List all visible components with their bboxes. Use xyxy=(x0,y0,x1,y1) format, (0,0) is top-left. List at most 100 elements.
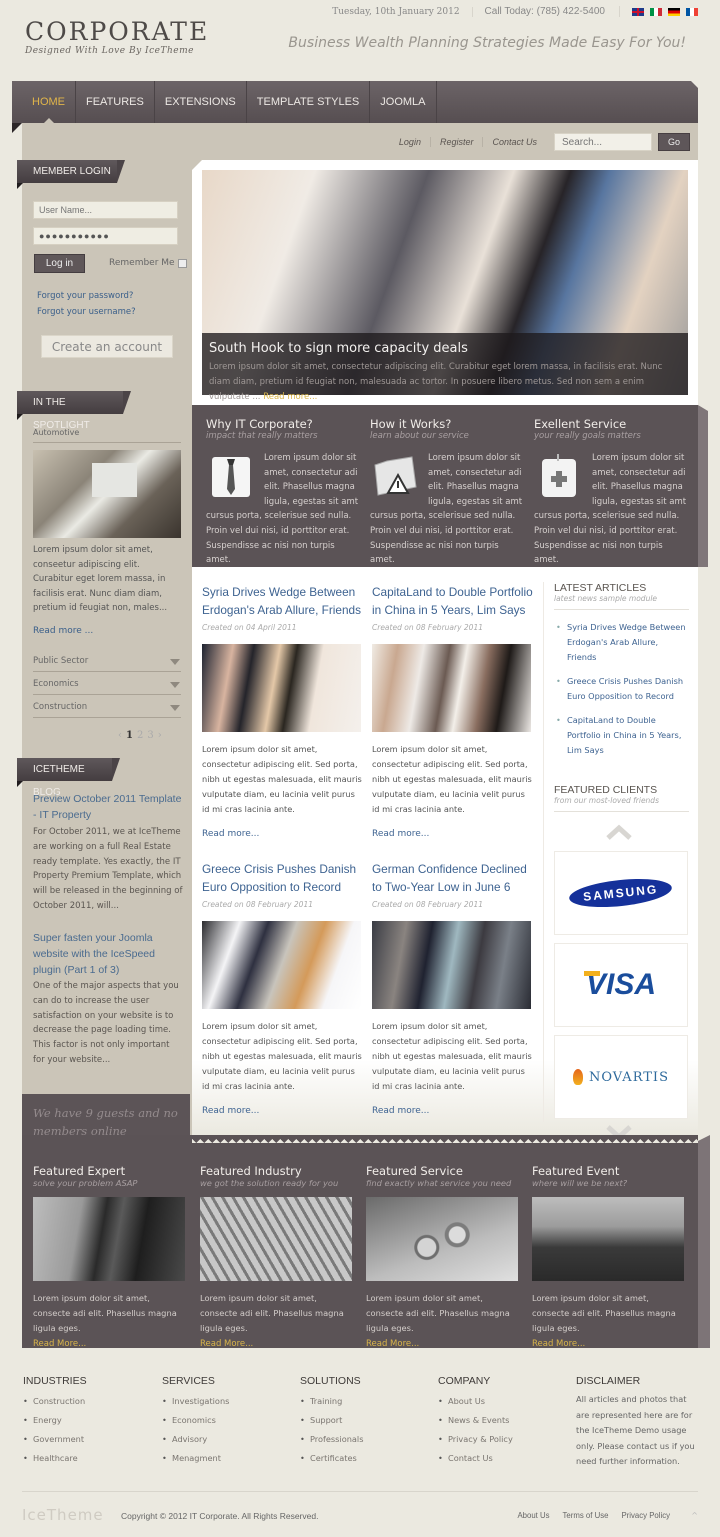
latest-article-link[interactable]: Syria Drives Wedge Between Erdogan's Ara… xyxy=(556,620,686,665)
footer-link[interactable]: Healthcare xyxy=(23,1449,87,1468)
carousel-up-icon[interactable] xyxy=(606,824,698,843)
back-to-top-icon[interactable]: ^ xyxy=(691,1511,698,1520)
flag-italy-icon[interactable] xyxy=(650,7,662,16)
site-logo[interactable]: CORPORATE Designed With Love By IceTheme xyxy=(25,17,210,57)
featured-clients-heading: FEATURED CLIENTS xyxy=(554,784,658,796)
article-read-more[interactable]: Read more... xyxy=(372,1106,534,1116)
pager-page-3[interactable]: 3 xyxy=(147,730,153,741)
nav-item-home[interactable]: HOME xyxy=(22,81,76,123)
featured-image[interactable] xyxy=(200,1197,352,1281)
article-read-more[interactable]: Read more... xyxy=(372,829,534,839)
password-field[interactable] xyxy=(33,227,178,245)
create-account-button[interactable]: Create an account xyxy=(41,335,173,358)
article-read-more[interactable]: Read more... xyxy=(202,829,364,839)
featured-read-more[interactable]: Read More... xyxy=(33,1339,86,1349)
spotlight-image[interactable] xyxy=(33,450,181,538)
featured-industry: Featured Industry we got the solution re… xyxy=(200,1164,352,1352)
footer-link[interactable]: Professionals xyxy=(300,1430,363,1449)
article-excerpt: Lorem ipsum dolor sit amet, consectetur … xyxy=(202,1021,362,1091)
article-image[interactable] xyxy=(372,921,531,1009)
login-link[interactable]: Login xyxy=(390,137,431,147)
article-image[interactable] xyxy=(202,921,361,1009)
zigzag-edge xyxy=(192,1135,698,1145)
register-link[interactable]: Register xyxy=(431,137,484,147)
pager-page-2[interactable]: 2 xyxy=(137,730,143,741)
feature-title: Why IT Corporate? xyxy=(206,417,313,431)
article-image[interactable] xyxy=(202,644,361,732)
features-band: Why IT Corporate? impact that really mat… xyxy=(188,405,698,568)
slide-read-more[interactable]: Read more... xyxy=(263,392,317,402)
article-image[interactable] xyxy=(372,644,531,732)
accordion-item-public-sector[interactable]: Public Sector xyxy=(33,656,181,672)
featured-image[interactable] xyxy=(532,1197,684,1281)
article-title[interactable]: Syria Drives Wedge Between Erdogan's Ara… xyxy=(202,584,364,619)
login-button[interactable]: Log in xyxy=(34,254,85,273)
featured-read-more[interactable]: Read More... xyxy=(366,1339,419,1349)
footer-link[interactable]: Investigations xyxy=(162,1392,229,1411)
footer-link[interactable]: About Us xyxy=(438,1392,513,1411)
forgot-password-link[interactable]: Forgot your password? xyxy=(37,291,133,301)
spotlight-read-more[interactable]: Read more ... xyxy=(33,626,93,636)
remember-me[interactable]: Remember Me xyxy=(109,258,187,268)
footer-link[interactable]: Certificates xyxy=(300,1449,363,1468)
search-go-button[interactable]: Go xyxy=(658,133,690,151)
footer-about-link[interactable]: About Us xyxy=(517,1511,549,1520)
featured-text: Lorem ipsum dolor sit amet, consecte adi… xyxy=(366,1291,518,1352)
feature-why: Why IT Corporate? impact that really mat… xyxy=(206,417,361,568)
forgot-username-link[interactable]: Forgot your username? xyxy=(37,307,136,317)
spotlight-category[interactable]: Automotive xyxy=(33,428,181,443)
footer-terms-link[interactable]: Terms of Use xyxy=(563,1511,609,1520)
client-logo-visa[interactable]: VISA xyxy=(554,943,688,1027)
featured-title: Featured Service xyxy=(366,1164,463,1178)
featured-image[interactable] xyxy=(33,1197,185,1281)
latest-article-link[interactable]: Greece Crisis Pushes Danish Euro Opposit… xyxy=(556,674,686,704)
nav-item-joomla[interactable]: JOOMLA xyxy=(370,81,437,123)
latest-article-link[interactable]: CapitaLand to Double Portfolio in China … xyxy=(556,713,686,758)
featured-image[interactable] xyxy=(366,1197,518,1281)
contact-link[interactable]: Contact Us xyxy=(483,137,546,147)
pager-prev-icon[interactable]: ‹ xyxy=(118,730,122,741)
featured-text: Lorem ipsum dolor sit amet, consecte adi… xyxy=(200,1291,352,1352)
flag-france-icon[interactable] xyxy=(686,7,698,16)
footer-link[interactable]: Support xyxy=(300,1411,363,1430)
accordion-item-economics[interactable]: Economics xyxy=(33,679,181,695)
pager-page-1[interactable]: 1 xyxy=(126,730,133,741)
featured-read-more[interactable]: Read More... xyxy=(532,1339,585,1349)
footer-link[interactable]: Economics xyxy=(162,1411,229,1430)
remember-me-checkbox[interactable] xyxy=(177,258,187,268)
featured-read-more[interactable]: Read More... xyxy=(200,1339,253,1349)
blog-post-title[interactable]: Super fasten your Joomla website with th… xyxy=(33,930,183,978)
accordion-item-construction[interactable]: Construction xyxy=(33,702,181,718)
footer-link[interactable]: Construction xyxy=(23,1392,87,1411)
slide-title[interactable]: South Hook to sign more capacity deals xyxy=(209,341,681,356)
client-logo-samsung[interactable]: SAMSUNG xyxy=(554,851,688,935)
flag-uk-icon[interactable] xyxy=(632,7,644,16)
footer-link[interactable]: Contact Us xyxy=(438,1449,513,1468)
search-input[interactable] xyxy=(554,133,652,151)
footer-link[interactable]: Government xyxy=(23,1430,87,1449)
article-title[interactable]: CapitaLand to Double Portfolio in China … xyxy=(372,584,534,619)
username-field[interactable] xyxy=(33,201,178,219)
article-title[interactable]: German Confidence Declined to Two-Year L… xyxy=(372,861,534,896)
nav-item-template-styles[interactable]: TEMPLATE STYLES xyxy=(247,81,371,123)
blog-post-title[interactable]: Preview October 2011 Template - IT Prope… xyxy=(33,791,183,823)
footer-link[interactable]: News & Events xyxy=(438,1411,513,1430)
footer-col-services: SERVICES InvestigationsEconomicsAdvisory… xyxy=(162,1375,229,1468)
nav-item-extensions[interactable]: EXTENSIONS xyxy=(155,81,247,123)
footer-brand-logo[interactable]: IceTheme xyxy=(22,1506,104,1524)
footer-divider xyxy=(22,1491,698,1492)
footer-link[interactable]: Advisory xyxy=(162,1430,229,1449)
footer-privacy-link[interactable]: Privacy Policy xyxy=(621,1511,670,1520)
footer-link[interactable]: Energy xyxy=(23,1411,87,1430)
logo-title: CORPORATE xyxy=(25,17,210,46)
flag-germany-icon[interactable] xyxy=(668,7,680,16)
footer-link[interactable]: Training xyxy=(300,1392,363,1411)
footer-link[interactable]: Privacy & Policy xyxy=(438,1430,513,1449)
pager-next-icon[interactable]: › xyxy=(158,730,162,741)
article-title[interactable]: Greece Crisis Pushes Danish Euro Opposit… xyxy=(202,861,364,896)
slideshow[interactable]: South Hook to sign more capacity deals L… xyxy=(202,170,688,402)
article-read-more[interactable]: Read more... xyxy=(202,1106,364,1116)
footer-link[interactable]: Menagment xyxy=(162,1449,229,1468)
nav-item-features[interactable]: FEATURES xyxy=(76,81,155,123)
client-logo-novartis[interactable]: NOVARTIS xyxy=(554,1035,688,1119)
